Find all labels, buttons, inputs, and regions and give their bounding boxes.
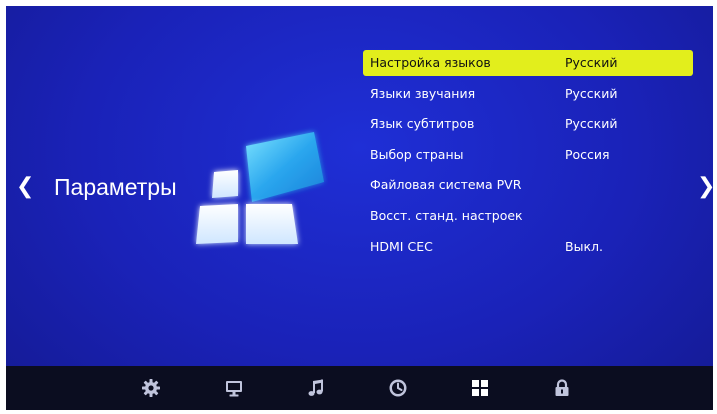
menu-item-label: Восст. станд. настроек: [370, 207, 523, 223]
menu-item-language-settings[interactable]: Настройка языков Русский: [363, 50, 693, 76]
menu-item-label: Настройка языков: [370, 55, 491, 70]
menu-item-value: Русский: [565, 55, 618, 70]
music-note-icon[interactable]: [306, 378, 326, 398]
section-title: Параметры: [54, 174, 177, 200]
settings-logo-icon: [196, 132, 324, 244]
previous-section-arrow-icon[interactable]: ❮: [16, 174, 34, 199]
clock-icon[interactable]: [388, 378, 408, 398]
menu-item-value: Русский: [565, 85, 618, 101]
menu-item-label: HDMI CEC: [370, 238, 433, 254]
menu-item-audio-languages[interactable]: Языки звучания Русский: [363, 81, 693, 107]
grid-icon[interactable]: [470, 378, 490, 398]
menu-item-hdmi-cec[interactable]: HDMI CEC Выкл.: [363, 234, 693, 260]
menu-item-subtitle-language[interactable]: Язык субтитров Русский: [363, 111, 693, 137]
menu-item-value: Россия: [565, 146, 610, 162]
lock-icon[interactable]: [552, 378, 572, 398]
gear-icon[interactable]: [141, 378, 161, 398]
menu-item-label: Языки звучания: [370, 85, 476, 101]
menu-item-label: Выбор страны: [370, 146, 464, 162]
menu-item-label: Файловая система PVR: [370, 177, 522, 193]
next-section-arrow-icon[interactable]: ❯: [697, 174, 713, 199]
menu-item-pvr-file-system[interactable]: Файловая система PVR: [363, 172, 693, 198]
menu-item-country[interactable]: Выбор страны Россия: [363, 142, 693, 168]
monitor-icon[interactable]: [224, 378, 244, 398]
settings-menu: Настройка языков Русский Языки звучания …: [363, 50, 693, 264]
menu-item-restore-defaults[interactable]: Восст. станд. настроек: [363, 203, 693, 229]
menu-item-value: Выкл.: [565, 238, 603, 254]
tv-settings-screen: ❮ Параметры Настройка языков Русский Язы…: [6, 6, 713, 410]
menu-item-label: Язык субтитров: [370, 116, 475, 132]
menu-item-value: Русский: [565, 116, 618, 132]
bottom-nav-bar: [6, 366, 713, 410]
